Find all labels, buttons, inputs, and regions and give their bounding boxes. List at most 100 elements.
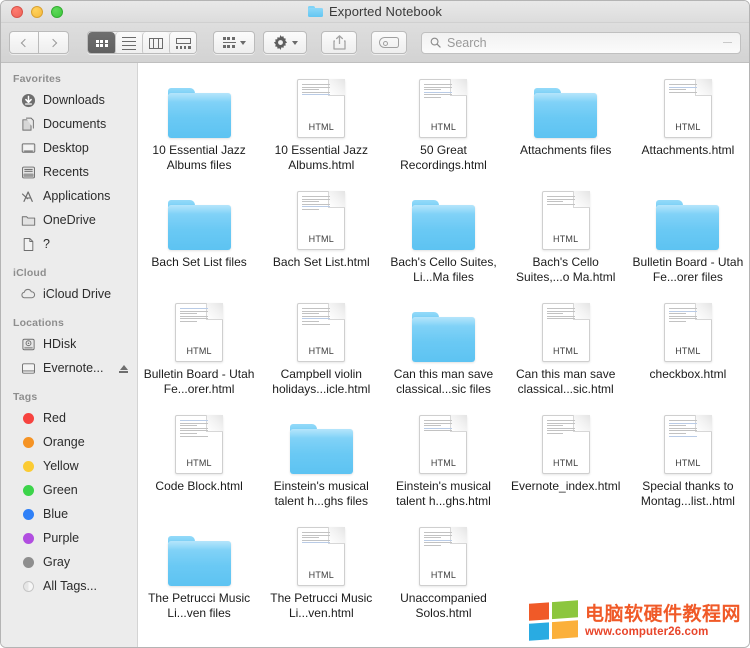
folder-item[interactable]: Bulletin Board - Utah Fe...orer files: [627, 179, 749, 291]
sidebar-item-unknown[interactable]: ?: [1, 232, 137, 256]
sidebar-item-hdisk[interactable]: HDisk: [1, 332, 137, 356]
sidebar-item-tag-orange[interactable]: Orange: [1, 430, 137, 454]
sidebar-item-tag-green[interactable]: Green: [1, 478, 137, 502]
sidebar-item-onedrive[interactable]: OneDrive: [1, 208, 137, 232]
maximize-button[interactable]: [51, 6, 63, 18]
folder-item[interactable]: The Petrucci Music Li...ven files: [138, 515, 260, 627]
sidebar-spacer: [1, 306, 137, 315]
file-item[interactable]: HTMLBulletin Board - Utah Fe...orer.html: [138, 291, 260, 403]
gallery-view-button[interactable]: [169, 32, 196, 54]
window-body: Favorites Downloads: [1, 63, 749, 647]
file-icon-wrap: HTML: [175, 296, 223, 362]
action-button[interactable]: [263, 31, 307, 54]
file-item[interactable]: HTMLAttachments.html: [627, 67, 749, 179]
sidebar-item-recents[interactable]: Recents: [1, 160, 137, 184]
sidebar-item-evernote[interactable]: Evernote...: [1, 356, 137, 380]
tag-icon: [379, 37, 399, 48]
folder-item[interactable]: Einstein's musical talent h...ghs files: [260, 403, 382, 515]
list-icon: [122, 37, 136, 51]
sidebar-item-label: Applications: [43, 189, 110, 203]
file-item[interactable]: HTMLBach Set List.html: [260, 179, 382, 291]
html-document-icon: HTML: [297, 79, 345, 138]
sidebar-item-tag-yellow[interactable]: Yellow: [1, 454, 137, 478]
file-grid: 10 Essential Jazz Albums filesHTML10 Ess…: [138, 67, 749, 627]
column-view-button[interactable]: [142, 32, 169, 54]
back-button[interactable]: [9, 31, 39, 54]
sidebar-item-icloud-drive[interactable]: iCloud Drive: [1, 282, 137, 306]
window-title-group: Exported Notebook: [1, 4, 749, 19]
sidebar-item-tag-blue[interactable]: Blue: [1, 502, 137, 526]
eject-icon[interactable]: [119, 363, 128, 373]
tag-dot-icon: [20, 482, 36, 498]
file-label: The Petrucci Music Li...ven files: [141, 591, 257, 620]
file-item[interactable]: HTMLCan this man save classical...sic.ht…: [505, 291, 627, 403]
file-label: 10 Essential Jazz Albums files: [141, 143, 257, 172]
folder-icon: [168, 88, 231, 138]
file-browser-area[interactable]: 10 Essential Jazz Albums filesHTML10 Ess…: [138, 63, 749, 647]
file-type-badge: HTML: [543, 234, 589, 244]
html-document-icon: HTML: [542, 303, 590, 362]
folder-item[interactable]: Bach's Cello Suites, Li...Ma files: [382, 179, 504, 291]
file-item[interactable]: HTMLEvernote_index.html: [505, 403, 627, 515]
file-item[interactable]: HTMLThe Petrucci Music Li...ven.html: [260, 515, 382, 627]
search-clear-icon[interactable]: [723, 42, 732, 43]
file-label: Can this man save classical...sic files: [385, 367, 501, 396]
sidebar-item-label: Blue: [43, 507, 68, 521]
sidebar-item-tag-purple[interactable]: Purple: [1, 526, 137, 550]
folder-item[interactable]: Bach Set List files: [138, 179, 260, 291]
applications-icon: [20, 188, 36, 204]
sidebar-item-desktop[interactable]: Desktop: [1, 136, 137, 160]
minimize-button[interactable]: [31, 6, 43, 18]
file-icon-wrap: HTML: [297, 72, 345, 138]
file-item[interactable]: HTMLUnaccompanied Solos.html: [382, 515, 504, 627]
file-label: 50 Great Recordings.html: [385, 143, 501, 172]
file-type-badge: HTML: [665, 122, 711, 132]
sidebar-item-tag-gray[interactable]: Gray: [1, 550, 137, 574]
arrange-button[interactable]: [213, 31, 255, 54]
file-label: Special thanks to Montag...list..html: [630, 479, 746, 508]
file-icon-wrap: HTML: [542, 184, 590, 250]
file-icon-wrap: HTML: [419, 408, 467, 474]
sidebar-item-label: Downloads: [43, 93, 105, 107]
finder-toolbar: Search: [1, 23, 749, 63]
sidebar-item-documents[interactable]: Documents: [1, 112, 137, 136]
cloud-icon: [20, 286, 36, 302]
sidebar-item-tag-red[interactable]: Red: [1, 406, 137, 430]
folder-item[interactable]: Can this man save classical...sic files: [382, 291, 504, 403]
file-type-badge: HTML: [420, 570, 466, 580]
file-icon-wrap: [290, 408, 353, 474]
sidebar-item-all-tags[interactable]: All Tags...: [1, 574, 137, 598]
file-icon-wrap: HTML: [664, 72, 712, 138]
sidebar-item-downloads[interactable]: Downloads: [1, 88, 137, 112]
search-field[interactable]: Search: [421, 32, 741, 54]
file-item[interactable]: HTMLSpecial thanks to Montag...list..htm…: [627, 403, 749, 515]
icon-view-button[interactable]: [88, 32, 115, 54]
chevron-right-icon: [48, 38, 56, 46]
harddisk-icon: [20, 336, 36, 352]
folder-item[interactable]: 10 Essential Jazz Albums files: [138, 67, 260, 179]
sidebar-item-label: Purple: [43, 531, 79, 545]
folder-icon: [656, 200, 719, 250]
file-item[interactable]: HTMLBach's Cello Suites,...o Ma.html: [505, 179, 627, 291]
file-label: Bach Set List files: [151, 255, 246, 270]
folder-icon: [20, 212, 36, 228]
file-item[interactable]: HTML10 Essential Jazz Albums.html: [260, 67, 382, 179]
list-view-button[interactable]: [115, 32, 142, 54]
file-item[interactable]: HTMLEinstein's musical talent h...ghs.ht…: [382, 403, 504, 515]
html-document-icon: HTML: [297, 527, 345, 586]
file-item[interactable]: HTMLCampbell violin holidays...icle.html: [260, 291, 382, 403]
file-item[interactable]: HTMLcheckbox.html: [627, 291, 749, 403]
folder-item[interactable]: Attachments files: [505, 67, 627, 179]
file-item[interactable]: HTML50 Great Recordings.html: [382, 67, 504, 179]
close-button[interactable]: [11, 6, 23, 18]
file-label: checkbox.html: [650, 367, 727, 382]
sidebar-item-applications[interactable]: Applications: [1, 184, 137, 208]
file-item[interactable]: HTMLCode Block.html: [138, 403, 260, 515]
sidebar-spacer: [1, 256, 137, 265]
forward-button[interactable]: [39, 31, 69, 54]
tags-button[interactable]: [371, 31, 407, 54]
folder-icon: [168, 536, 231, 586]
desktop-icon: [20, 140, 36, 156]
share-button[interactable]: [321, 31, 357, 54]
search-placeholder: Search: [447, 36, 487, 50]
